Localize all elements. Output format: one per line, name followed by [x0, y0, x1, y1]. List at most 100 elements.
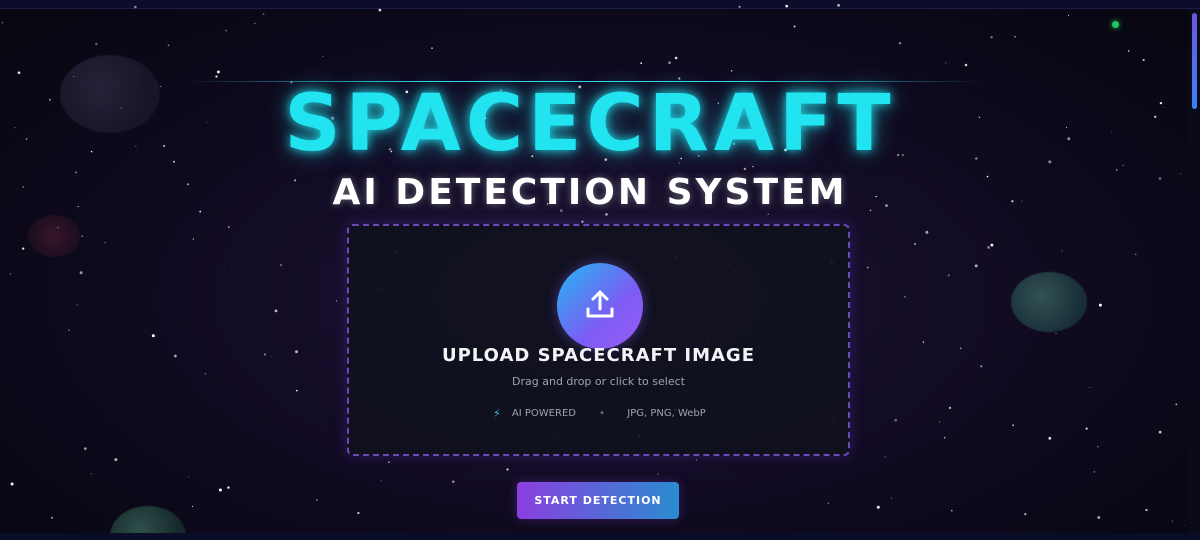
star: [187, 476, 189, 478]
star: [1093, 471, 1096, 473]
star: [262, 13, 265, 16]
star: [254, 22, 256, 24]
star: [990, 35, 993, 39]
star: [903, 295, 906, 298]
star: [322, 56, 324, 58]
upload-icon[interactable]: [557, 263, 643, 349]
star: [191, 505, 194, 507]
upload-dropzone[interactable]: UPLOAD SPACECRAFT IMAGE Drag and drop or…: [347, 224, 850, 456]
star: [9, 273, 11, 275]
star: [1021, 200, 1023, 202]
star: [1180, 173, 1182, 175]
star: [1048, 436, 1052, 440]
star: [951, 509, 953, 512]
star: [738, 5, 741, 8]
star: [947, 274, 951, 277]
star: [640, 62, 643, 64]
star: [1085, 427, 1088, 430]
star: [270, 356, 272, 358]
star: [884, 456, 886, 458]
page-title: SPACECRAFT: [284, 79, 896, 169]
star: [1134, 253, 1137, 256]
star: [914, 242, 917, 246]
star: [151, 334, 155, 338]
star: [1175, 403, 1178, 406]
star: [1098, 303, 1102, 307]
star: [22, 247, 25, 250]
star: [922, 341, 925, 343]
star: [316, 499, 318, 501]
star: [696, 459, 698, 461]
upload-instructions: Drag and drop or click to select: [512, 375, 685, 388]
star: [1145, 508, 1148, 512]
star: [114, 458, 118, 462]
star: [1011, 200, 1014, 203]
upload-title: UPLOAD SPACECRAFT IMAGE: [442, 345, 755, 366]
star: [357, 511, 360, 515]
star: [79, 271, 83, 275]
star: [135, 145, 137, 147]
star: [387, 461, 390, 464]
page-subtitle: AI DETECTION SYSTEM: [332, 172, 848, 213]
star: [987, 245, 991, 249]
star: [452, 480, 455, 484]
star: [668, 61, 671, 64]
star: [335, 300, 337, 302]
scrollbar[interactable]: [1189, 9, 1200, 533]
star: [1061, 250, 1063, 252]
star: [1142, 58, 1145, 62]
star: [17, 71, 21, 75]
planet-decoration: [60, 55, 160, 133]
star: [730, 70, 733, 72]
star: [1, 21, 4, 24]
star: [1122, 164, 1125, 167]
star: [964, 63, 968, 67]
star: [1067, 14, 1070, 16]
star: [894, 418, 898, 422]
star: [1048, 160, 1052, 164]
star: [1097, 516, 1101, 519]
status-indicator: [1112, 21, 1119, 28]
star: [1012, 424, 1014, 426]
star: [1014, 35, 1016, 38]
start-detection-button[interactable]: START DETECTION: [517, 482, 679, 519]
star: [986, 175, 989, 178]
star: [1153, 115, 1157, 119]
star: [939, 421, 941, 423]
bottom-bar: [0, 533, 1200, 540]
star: [1116, 169, 1118, 171]
star: [1097, 445, 1099, 448]
star: [10, 482, 14, 486]
star: [891, 497, 892, 499]
star: [95, 42, 98, 46]
star: [228, 226, 230, 228]
star: [1067, 137, 1071, 141]
star: [581, 220, 584, 223]
star: [216, 70, 220, 74]
star: [50, 516, 54, 519]
star: [1184, 525, 1185, 526]
star: [867, 266, 869, 269]
star: [22, 186, 24, 188]
star: [25, 138, 28, 140]
star: [14, 127, 16, 129]
star: [187, 183, 190, 186]
star: [943, 436, 946, 439]
star: [1111, 130, 1113, 132]
star: [75, 171, 77, 174]
star: [84, 447, 87, 450]
star: [1024, 513, 1027, 516]
star: [218, 488, 222, 492]
planet-decoration: [28, 215, 80, 257]
star: [90, 150, 93, 153]
star: [223, 265, 225, 267]
star: [68, 329, 70, 332]
supported-formats: JPG, PNG, WebP: [627, 408, 706, 419]
star: [898, 42, 902, 45]
star: [76, 304, 78, 306]
star: [1065, 126, 1068, 128]
star: [1127, 50, 1130, 52]
star: [1158, 430, 1162, 434]
scrollbar-thumb[interactable]: [1192, 13, 1197, 109]
star: [990, 243, 994, 247]
